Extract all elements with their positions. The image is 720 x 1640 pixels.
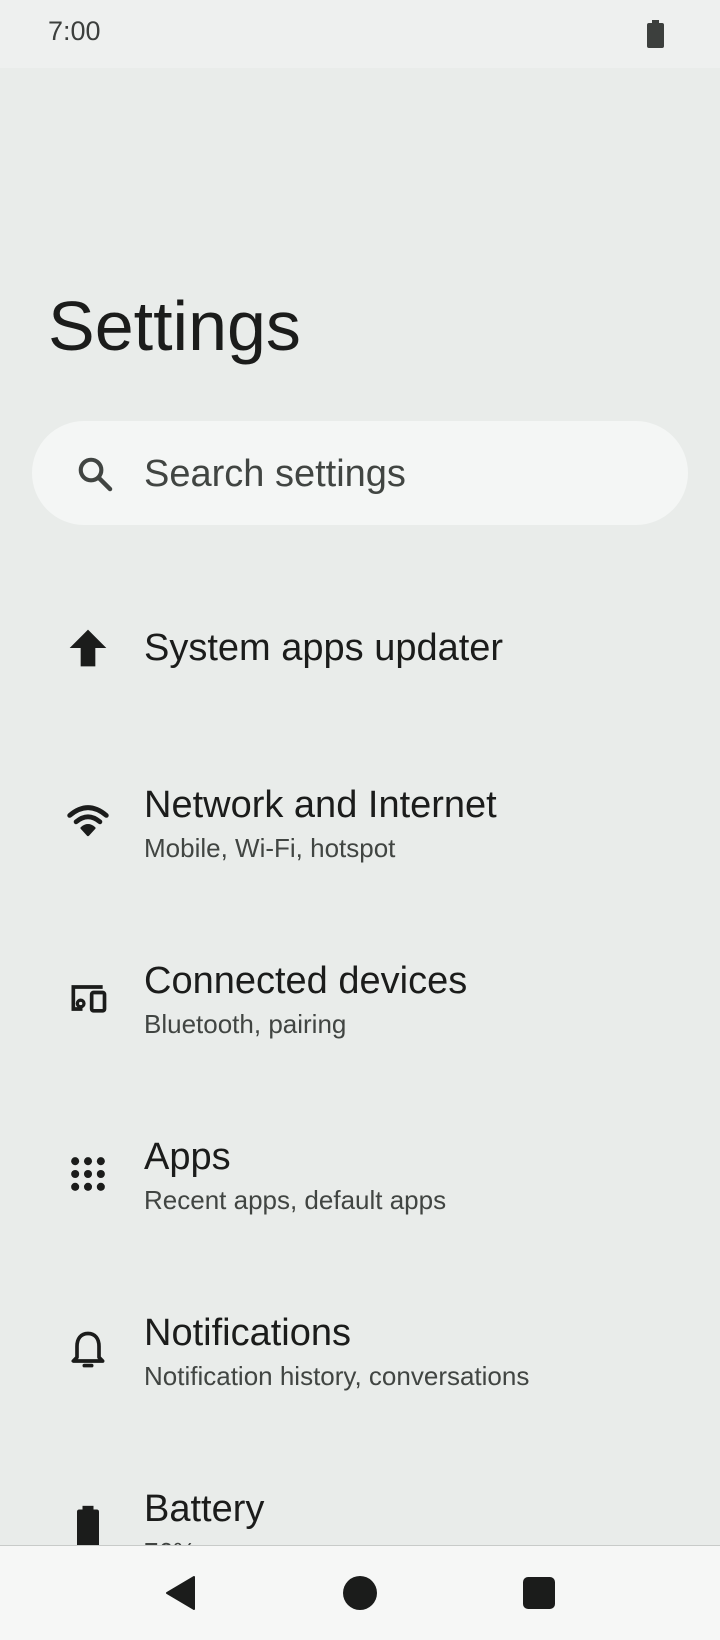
home-icon[interactable] xyxy=(340,1573,380,1613)
item-title: Battery xyxy=(144,1488,265,1530)
settings-item-battery[interactable]: Battery 76% xyxy=(0,1432,720,1545)
battery-icon xyxy=(77,1505,99,1545)
item-title: Apps xyxy=(144,1136,231,1178)
settings-item-network[interactable]: Network and Internet Mobile, Wi-Fi, hots… xyxy=(0,728,720,888)
item-title: Connected devices xyxy=(144,960,468,1002)
item-title: System apps updater xyxy=(144,627,504,669)
settings-item-apps[interactable]: Apps Recent apps, default apps xyxy=(0,1080,720,1240)
item-summary: Notification history, conversations xyxy=(144,1361,530,1391)
navigation-bar xyxy=(0,1545,720,1640)
devices-icon xyxy=(71,985,107,1013)
recents-icon[interactable] xyxy=(519,1573,559,1613)
settings-item-notifications[interactable]: Notifications Notification history, conv… xyxy=(0,1256,720,1416)
bell-icon xyxy=(71,1331,105,1368)
back-icon[interactable] xyxy=(161,1573,201,1613)
item-summary: Bluetooth, pairing xyxy=(144,1009,347,1039)
item-summary: Recent apps, default apps xyxy=(144,1185,447,1215)
settings-list: System apps updater Network and Internet… xyxy=(0,0,720,1545)
item-title: Network and Internet xyxy=(144,784,497,826)
arrow-up-icon xyxy=(69,629,107,667)
settings-item-system-apps-updater[interactable]: System apps updater xyxy=(0,568,720,728)
settings-item-connected-devices[interactable]: Connected devices Bluetooth, pairing xyxy=(0,904,720,1064)
item-summary: Mobile, Wi-Fi, hotspot xyxy=(144,833,396,863)
apps-grid-icon xyxy=(71,1157,105,1191)
item-summary: 76% xyxy=(144,1536,196,1545)
wifi-icon xyxy=(67,805,109,837)
item-title: Notifications xyxy=(144,1312,351,1354)
